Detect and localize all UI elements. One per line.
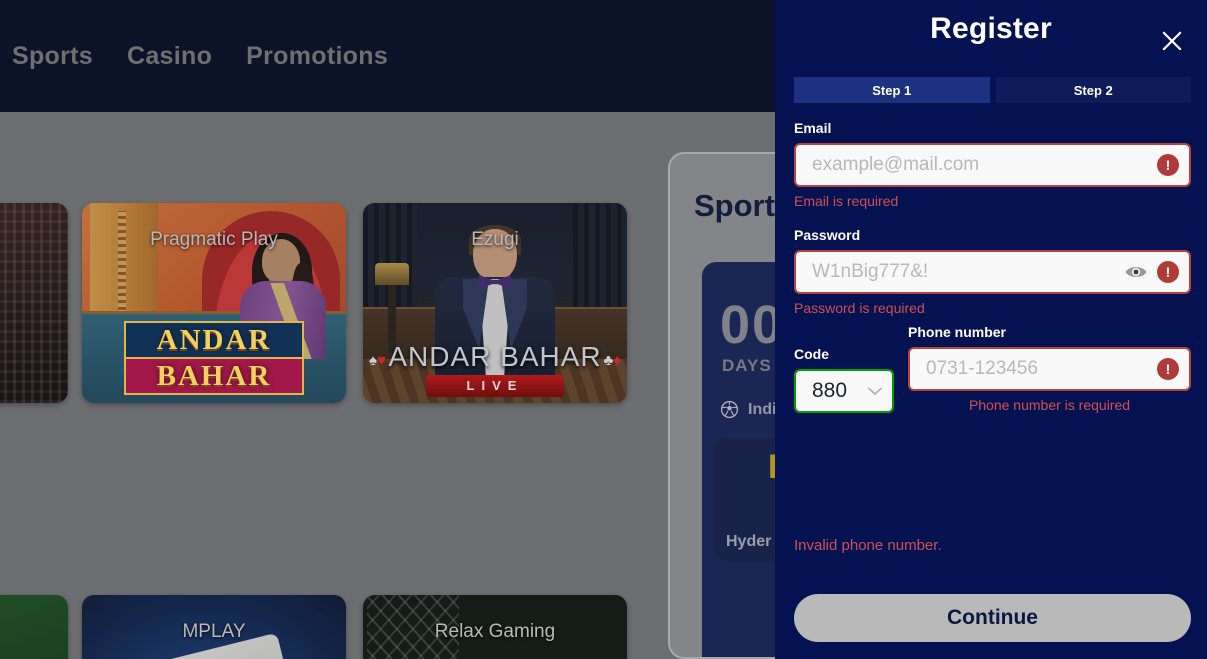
code-column: Code 880 (794, 346, 894, 413)
game-logo-line-2: BAHAR (124, 359, 304, 395)
chevron-down-icon (868, 383, 882, 399)
code-phone-row: Code 880 Phone number ! Phone number is (794, 324, 1191, 413)
country-code-value: 880 (812, 379, 848, 402)
phone-field-wrapper: ! (908, 347, 1191, 391)
error-icon: ! (1157, 154, 1179, 176)
chevron-down-icon-glyph (868, 387, 882, 396)
eye-icon-glyph (1125, 267, 1147, 277)
live-badge: LIVE (426, 375, 564, 397)
email-label: Email (794, 120, 832, 136)
continue-button[interactable]: Continue (794, 594, 1191, 642)
global-error-message: Invalid phone number. (794, 537, 942, 554)
game-logo: ANDAR BAHAR (124, 321, 304, 395)
registration-form: Email ! Email is required Password ! Pas… (794, 120, 1191, 413)
tab-step-2[interactable]: Step 2 (995, 77, 1191, 103)
close-icon[interactable] (1155, 24, 1189, 58)
email-error-message: Email is required (794, 193, 899, 209)
email-field-wrapper: ! (794, 143, 1191, 187)
game-card-provider: Relax Gaming (434, 621, 556, 642)
eye-icon[interactable] (1124, 263, 1148, 281)
game-logo-line-1: ANDAR (124, 321, 304, 359)
game-card-provider: Pragmatic Play (150, 229, 278, 250)
code-label: Code (794, 346, 829, 362)
game-card-provider: Ezugi (471, 229, 519, 250)
register-modal: Register Step 1 Step 2 Email ! Email is … (775, 0, 1207, 659)
modal-title: Register (930, 12, 1052, 45)
phone-column: Phone number ! Phone number is required (908, 324, 1191, 413)
close-icon-glyph (1162, 31, 1182, 51)
phone-error-message: Phone number is required (968, 397, 1131, 413)
email-field[interactable] (794, 143, 1191, 187)
phone-label: Phone number (908, 324, 1007, 340)
password-error-message: Password is required (794, 300, 925, 316)
country-code-select[interactable]: 880 (794, 369, 894, 413)
error-icon: ! (1157, 358, 1179, 380)
game-card-title: ANDAR BAHAR (388, 341, 602, 372)
tab-step-1[interactable]: Step 1 (794, 77, 990, 103)
step-tabs: Step 1 Step 2 (794, 77, 1191, 103)
password-field-wrapper: ! (794, 250, 1191, 294)
password-label: Password (794, 227, 861, 243)
game-card-provider: MPLAY (182, 621, 246, 642)
error-icon: ! (1157, 261, 1179, 283)
phone-field[interactable] (908, 347, 1191, 391)
